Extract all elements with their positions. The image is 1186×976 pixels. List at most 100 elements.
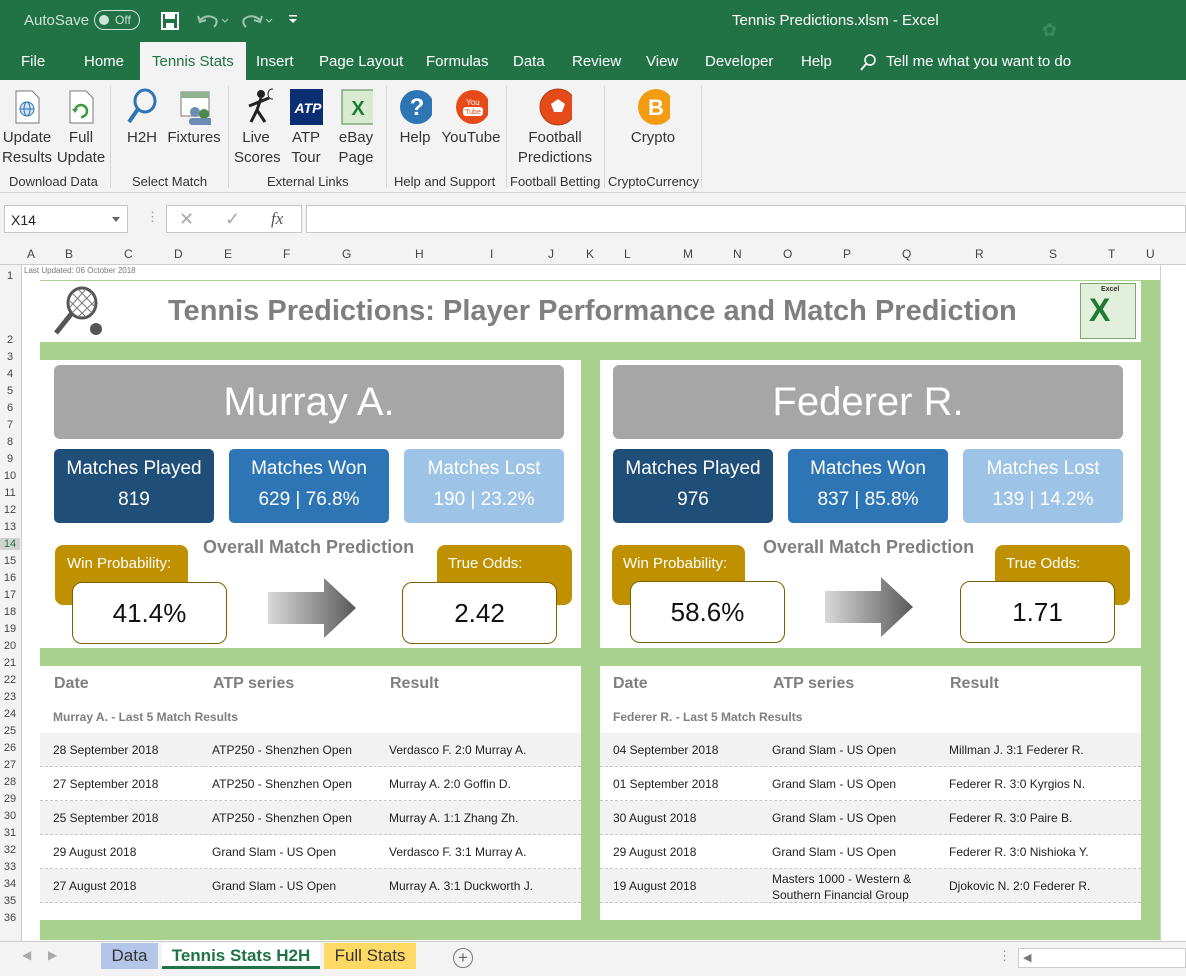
row-header[interactable]: 11 [0,487,20,499]
row-header[interactable]: 32 [0,844,20,856]
row-header[interactable]: 36 [0,912,20,924]
col-header[interactable]: N [733,247,742,261]
col-header[interactable]: D [174,247,183,261]
save-icon[interactable] [160,11,180,31]
row-header[interactable]: 26 [0,742,20,754]
col-header[interactable]: C [124,247,133,261]
col-header[interactable]: M [683,247,693,261]
col-header[interactable]: S [1049,247,1057,261]
tab-insert[interactable]: Insert [256,53,294,70]
scroll-left-icon[interactable]: ◀ [22,948,31,962]
row-header[interactable]: 8 [0,436,20,448]
row-header[interactable]: 6 [0,402,20,414]
fixtures-button[interactable]: Fixtures [166,88,222,148]
row-header[interactable]: 24 [0,708,20,720]
col-header[interactable]: G [342,247,351,261]
h2h-button[interactable]: H2H [120,88,164,148]
splitter-icon[interactable]: ⋮ [998,948,1011,964]
help-button[interactable]: ? Help [394,88,436,148]
ebay-page-button[interactable]: X eBay Page [334,88,378,168]
tab-page-layout[interactable]: Page Layout [319,53,403,70]
col-header[interactable]: K [586,247,594,261]
row-header[interactable]: 19 [0,623,20,635]
row-header[interactable]: 25 [0,725,20,737]
row-header[interactable]: 29 [0,793,20,805]
row-header[interactable]: 12 [0,504,20,516]
row-header[interactable]: 9 [0,453,20,465]
row-header[interactable]: 18 [0,606,20,618]
col-header[interactable]: B [65,247,73,261]
row-header[interactable]: 30 [0,810,20,822]
cancel-icon[interactable]: ✕ [179,209,194,230]
sheet-tab-full-stats[interactable]: Full Stats [324,943,416,969]
row-header[interactable]: 17 [0,589,20,601]
scroll-right-icon[interactable]: ▶ [48,948,57,962]
row-header[interactable]: 3 [0,351,20,363]
col-header[interactable]: Q [902,247,911,261]
col-header[interactable]: F [283,247,290,261]
row-header[interactable]: 10 [0,470,20,482]
col-header[interactable]: J [548,247,554,261]
col-header[interactable]: A [27,247,35,261]
crypto-button[interactable]: B Crypto [626,88,680,148]
col-header[interactable]: P [843,247,851,261]
row-header[interactable]: 35 [0,895,20,907]
youtube-button[interactable]: You Tube YouTube [440,88,502,148]
add-sheet-button[interactable]: + [453,948,473,968]
vertical-scrollbar[interactable] [1160,265,1186,941]
col-header[interactable]: H [415,247,424,261]
tab-file[interactable]: File [21,53,45,70]
tab-data[interactable]: Data [513,53,545,70]
enter-icon[interactable]: ✓ [225,209,240,230]
row-header[interactable]: 14 [0,538,20,550]
tab-review[interactable]: Review [572,53,621,70]
col-header[interactable]: E [224,247,232,261]
row-header[interactable]: 2 [0,334,20,346]
row-header[interactable]: 21 [0,657,20,669]
col-header[interactable]: O [783,247,792,261]
row-header[interactable]: 28 [0,776,20,788]
tab-home[interactable]: Home [84,53,124,70]
row-header[interactable]: 13 [0,521,20,533]
row-header[interactable]: 34 [0,878,20,890]
scroll-left-arrow-icon[interactable]: ◀ [1023,951,1031,964]
undo-icon[interactable] [196,11,230,31]
sheet-tab-data[interactable]: Data [101,943,158,969]
col-header[interactable]: L [624,247,631,261]
row-header[interactable]: 16 [0,572,20,584]
col-header[interactable]: T [1108,247,1115,261]
atp-tour-button[interactable]: ATP ATP Tour [284,88,328,168]
row-header[interactable]: 33 [0,861,20,873]
row-header[interactable]: 31 [0,827,20,839]
name-box[interactable]: X14 [4,205,128,233]
row-header[interactable]: 20 [0,640,20,652]
col-header[interactable]: U [1146,247,1155,261]
autosave-toggle[interactable]: Off [94,10,140,30]
col-header[interactable]: R [975,247,984,261]
redo-icon[interactable] [240,11,274,31]
insert-function-icon[interactable]: fx [271,209,283,229]
col-header[interactable]: I [490,247,493,261]
tab-formulas[interactable]: Formulas [426,53,489,70]
tab-developer[interactable]: Developer [705,53,773,70]
football-predictions-button[interactable]: Football Predictions [512,88,598,168]
horizontal-scrollbar[interactable]: ◀ [1018,948,1186,968]
row-header[interactable]: 27 [0,759,20,771]
row-header[interactable]: 4 [0,368,20,380]
row-header[interactable]: 22 [0,674,20,686]
tab-tennis-stats[interactable]: Tennis Stats [140,42,246,80]
sheet-tab-tennis-stats-h2h[interactable]: Tennis Stats H2H [162,943,320,969]
row-header[interactable]: 1 [0,270,20,282]
row-header[interactable]: 7 [0,419,20,431]
row-header[interactable]: 5 [0,385,20,397]
tab-help[interactable]: Help [801,53,832,70]
row-header[interactable]: 15 [0,555,20,567]
formula-input[interactable] [306,205,1186,233]
full-update-button[interactable]: Full Update [56,88,106,168]
customize-quick-access-icon[interactable] [287,13,299,27]
tab-view[interactable]: View [646,53,678,70]
row-header[interactable]: 23 [0,691,20,703]
tell-me-input[interactable]: Tell me what you want to do [886,53,1071,70]
update-results-button[interactable]: Update Results [2,88,52,168]
live-scores-button[interactable]: Live Scores [234,88,281,168]
